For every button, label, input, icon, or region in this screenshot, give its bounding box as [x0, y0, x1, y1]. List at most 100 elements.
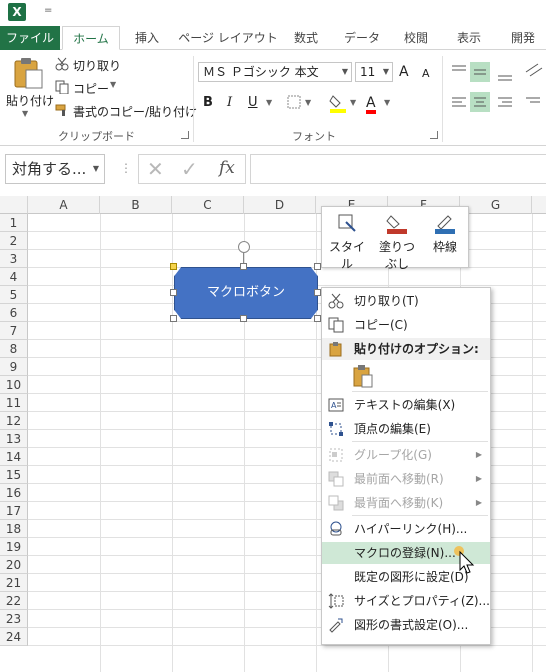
- font-size-select[interactable]: 11 ▼: [355, 62, 393, 82]
- alignment-icons[interactable]: [448, 62, 546, 114]
- underline-button[interactable]: U: [248, 94, 258, 112]
- tab-home[interactable]: ホーム: [62, 26, 120, 50]
- macro-button-shape[interactable]: マクロボタン: [174, 267, 318, 319]
- menu-item-edit-points[interactable]: 頂点の編集(E): [322, 418, 490, 440]
- row-header[interactable]: 1: [0, 214, 28, 232]
- row-header[interactable]: 2: [0, 232, 28, 250]
- row-header[interactable]: 24: [0, 628, 28, 646]
- resize-handle-bottom-left[interactable]: [170, 315, 177, 322]
- borders-icon[interactable]: [287, 95, 301, 109]
- row-header[interactable]: 19: [0, 538, 28, 556]
- shape-style-button[interactable]: スタイル: [324, 210, 370, 272]
- insert-function-button[interactable]: fx: [219, 158, 235, 178]
- tab-data[interactable]: データ: [336, 26, 388, 50]
- row-header[interactable]: 15: [0, 466, 28, 484]
- shrink-font-button[interactable]: A: [422, 67, 430, 80]
- font-color-button[interactable]: A: [366, 94, 376, 114]
- menu-item-bring-forward[interactable]: 最前面へ移動(R) ▶: [322, 468, 490, 490]
- row-header[interactable]: 22: [0, 592, 28, 610]
- column-header-h[interactable]: [532, 196, 546, 214]
- row-header[interactable]: 20: [0, 556, 28, 574]
- font-launcher-icon[interactable]: [430, 131, 438, 139]
- row-header[interactable]: 23: [0, 610, 28, 628]
- cancel-icon[interactable]: ✕: [147, 157, 164, 181]
- tab-insert[interactable]: 挿入: [124, 26, 170, 50]
- copy-dropdown-icon[interactable]: ▼: [110, 80, 116, 89]
- menu-item-size-properties[interactable]: サイズとプロパティ(Z)...: [322, 590, 490, 612]
- gridline: [532, 214, 533, 672]
- tab-file[interactable]: ファイル: [0, 26, 60, 50]
- menu-item-cut[interactable]: 切り取り(T): [322, 290, 490, 312]
- shape-outline-button[interactable]: 枠線: [422, 210, 468, 255]
- copy-button[interactable]: コピー: [73, 80, 109, 97]
- row-header[interactable]: 9: [0, 358, 28, 376]
- column-header-c[interactable]: C: [172, 196, 244, 214]
- pen-outline-icon: [435, 215, 455, 234]
- row-header[interactable]: 3: [0, 250, 28, 268]
- font-color-dropdown-icon[interactable]: ▼: [384, 94, 390, 112]
- enter-icon[interactable]: ✓: [181, 157, 198, 181]
- rotate-handle-icon[interactable]: [238, 241, 250, 253]
- customize-quick-access-icon[interactable]: =: [44, 5, 52, 16]
- tab-review[interactable]: 校閲: [396, 26, 436, 50]
- font-name-value: ＭＳ Ｐゴシック 本文: [203, 65, 319, 79]
- row-header[interactable]: 11: [0, 394, 28, 412]
- fill-color-dropdown-icon[interactable]: ▼: [350, 94, 356, 112]
- resize-handle-left[interactable]: [170, 289, 177, 296]
- format-painter-button[interactable]: 書式のコピー/貼り付け: [73, 103, 197, 120]
- row-header[interactable]: 17: [0, 502, 28, 520]
- grow-font-button[interactable]: A: [399, 64, 409, 80]
- font-name-select[interactable]: ＭＳ Ｐゴシック 本文 ▼: [198, 62, 352, 82]
- tab-page-layout[interactable]: ページ レイアウト: [178, 26, 278, 50]
- tab-formulas[interactable]: 数式: [286, 26, 326, 50]
- resize-handle-top[interactable]: [240, 263, 247, 270]
- paste-option-keep-source-icon[interactable]: [352, 364, 374, 388]
- menu-item-send-backward[interactable]: 最背面へ移動(K) ▶: [322, 492, 490, 514]
- row-header[interactable]: 18: [0, 520, 28, 538]
- paste-dropdown-icon[interactable]: ▼: [22, 109, 28, 118]
- row-header[interactable]: 7: [0, 322, 28, 340]
- name-box[interactable]: 対角する... ▼: [5, 154, 105, 184]
- row-header[interactable]: 4: [0, 268, 28, 286]
- column-header-a[interactable]: A: [28, 196, 100, 214]
- menu-item-hyperlink[interactable]: ハイパーリンク(H)...: [322, 518, 490, 540]
- underline-dropdown-icon[interactable]: ▼: [266, 94, 272, 112]
- borders-dropdown-icon[interactable]: ▼: [305, 94, 311, 112]
- formula-input[interactable]: [250, 154, 546, 184]
- shape-fill-button[interactable]: 塗りつぶし: [374, 210, 420, 272]
- adjust-handle-icon[interactable]: [170, 263, 177, 270]
- bold-button[interactable]: B: [203, 94, 213, 112]
- resize-handle-bottom[interactable]: [240, 315, 247, 322]
- cut-button[interactable]: 切り取り: [73, 57, 121, 74]
- row-header[interactable]: 21: [0, 574, 28, 592]
- tab-view[interactable]: 表示: [446, 26, 492, 50]
- resize-handle-right[interactable]: [314, 289, 321, 296]
- resize-handle-bottom-right[interactable]: [314, 315, 321, 322]
- column-header-b[interactable]: B: [100, 196, 172, 214]
- row-header[interactable]: 13: [0, 430, 28, 448]
- resize-handle-top-right[interactable]: [314, 263, 321, 270]
- column-header-d[interactable]: D: [244, 196, 316, 214]
- row-header[interactable]: 14: [0, 448, 28, 466]
- menu-item-copy[interactable]: コピー(C): [322, 314, 490, 336]
- clipboard-launcher-icon[interactable]: [181, 131, 189, 139]
- row-header[interactable]: 6: [0, 304, 28, 322]
- menu-item-group[interactable]: グループ化(G) ▶: [322, 444, 490, 466]
- italic-button[interactable]: I: [227, 94, 232, 112]
- row-header[interactable]: 12: [0, 412, 28, 430]
- menu-item-edit-text[interactable]: A テキストの編集(X): [322, 394, 490, 416]
- row-header[interactable]: 8: [0, 340, 28, 358]
- scissors-icon: [328, 293, 344, 309]
- fill-color-icon[interactable]: [329, 93, 347, 113]
- row-header[interactable]: 5: [0, 286, 28, 304]
- row-header[interactable]: 10: [0, 376, 28, 394]
- row-header[interactable]: 16: [0, 484, 28, 502]
- column-header-g[interactable]: G: [460, 196, 532, 214]
- menu-item-format-shape[interactable]: 図形の書式設定(O)...: [322, 614, 490, 636]
- menu-separator: [352, 441, 488, 442]
- tab-developer[interactable]: 開発: [500, 26, 546, 50]
- shape-outline-label: 枠線: [432, 240, 457, 254]
- select-all-corner[interactable]: [0, 196, 28, 214]
- menu-item-label: コピー(C): [354, 318, 408, 332]
- edit-points-icon: [329, 422, 343, 436]
